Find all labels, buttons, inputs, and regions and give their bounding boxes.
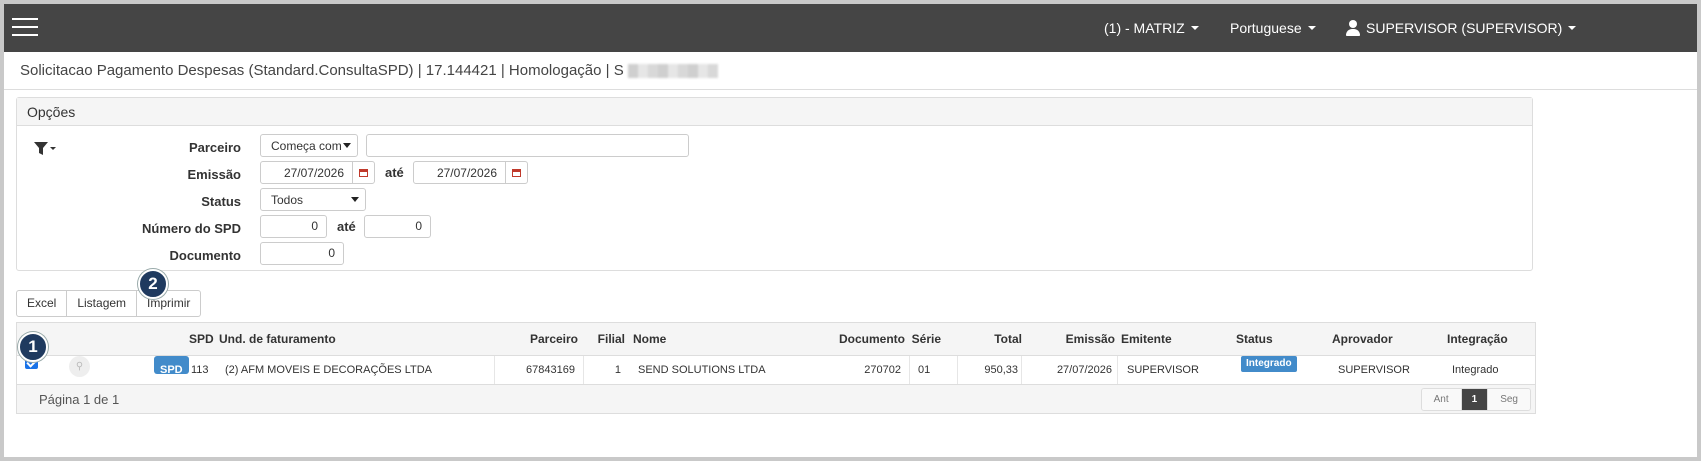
parceiro-input[interactable]	[366, 134, 689, 157]
listagem-button[interactable]: Listagem	[67, 291, 138, 316]
results-table: SPD Und. de faturamento Parceiro Filial …	[16, 322, 1536, 414]
user-label: SUPERVISOR (SUPERVISOR)	[1366, 20, 1563, 36]
column-divider	[494, 356, 495, 384]
cell-emissao: 27/07/2026	[1056, 364, 1112, 376]
documento-input[interactable]: 0	[260, 242, 344, 265]
cell-documento: 270702	[864, 364, 901, 376]
spd-to-input[interactable]: 0	[364, 215, 431, 238]
excel-button[interactable]: Excel	[17, 291, 68, 316]
table-header: SPD Und. de faturamento Parceiro Filial …	[17, 323, 1535, 356]
status-select[interactable]: Todos	[260, 188, 366, 211]
column-divider	[957, 356, 958, 384]
col-parceiro[interactable]: Parceiro	[530, 323, 578, 356]
caret-down-icon	[1190, 26, 1199, 30]
col-status[interactable]: Status	[1236, 323, 1273, 356]
cell-aprovador: SUPERVISOR	[1338, 364, 1410, 376]
column-divider	[1021, 356, 1022, 384]
caret-down-icon	[1568, 26, 1577, 30]
cell-und: (2) AFM MOVEIS E DECORAÇÕES LTDA	[225, 364, 432, 376]
parceiro-mode-value: Começa com	[271, 138, 342, 153]
col-integracao[interactable]: Integração	[1447, 323, 1508, 356]
col-emissao[interactable]: Emissão	[1066, 323, 1115, 356]
chevron-down-icon	[351, 197, 359, 202]
parceiro-label: Parceiro	[188, 140, 241, 155]
cell-total: 950,33	[984, 364, 1018, 376]
cell-parceiro: 67843169	[526, 364, 575, 376]
export-button-group: Excel Listagem Imprimir	[16, 290, 202, 317]
emissao-from-date[interactable]: 27/07/2026	[260, 161, 375, 184]
cell-serie: 01	[918, 364, 931, 376]
col-nome[interactable]: Nome	[633, 323, 666, 356]
emissao-from-value: 27/07/2026	[283, 165, 344, 180]
spd-ate-label: até	[337, 219, 356, 234]
table-footer: Página 1 de 1 Ant 1 Seg	[17, 385, 1535, 413]
col-spd[interactable]: SPD	[189, 323, 214, 356]
col-emitente[interactable]: Emitente	[1121, 323, 1172, 356]
cell-nome: SEND SOLUTIONS LTDA	[638, 364, 766, 376]
annotation-badge-1: 1	[18, 332, 48, 362]
spd-button[interactable]: SPD	[154, 356, 189, 376]
user-icon	[1346, 20, 1360, 36]
cell-emitente: SUPERVISOR	[1127, 364, 1199, 376]
calendar-icon[interactable]	[505, 162, 527, 183]
cell-integracao: Integrado	[1452, 364, 1499, 376]
language-dropdown[interactable]: Portuguese	[1230, 4, 1316, 52]
column-divider	[1117, 356, 1118, 384]
col-und[interactable]: Und. de faturamento	[219, 323, 336, 356]
pagination: Ant 1 Seg	[1420, 388, 1531, 411]
spd-from-input[interactable]: 0	[260, 215, 327, 238]
pager-prev-button[interactable]: Ant	[1421, 389, 1462, 410]
column-divider	[909, 356, 910, 384]
status-value: Todos	[271, 192, 304, 207]
cell-spd: 113	[191, 364, 209, 376]
caret-down-icon	[1307, 26, 1316, 30]
col-documento[interactable]: Documento	[839, 323, 905, 356]
options-panel: Opções Parceiro Começa com Emissão 27/07…	[16, 97, 1533, 271]
col-total[interactable]: Total	[994, 323, 1022, 356]
column-divider	[583, 356, 584, 384]
redacted-text	[627, 63, 718, 78]
calendar-icon[interactable]	[352, 162, 374, 183]
branch-dropdown[interactable]: (1) - MATRIZ	[1104, 4, 1199, 52]
emissao-to-date[interactable]: 27/07/2026	[413, 161, 528, 184]
search-icon[interactable]: ⚲	[69, 356, 90, 377]
branch-label: (1) - MATRIZ	[1104, 20, 1185, 36]
cell-filial: 1	[614, 364, 621, 376]
col-aprovador[interactable]: Aprovador	[1332, 323, 1393, 356]
chevron-down-icon	[343, 143, 351, 148]
options-heading: Opções	[17, 98, 1532, 126]
table-row[interactable]: ⚲ SPD 113 (2) AFM MOVEIS E DECORAÇÕES LT…	[17, 356, 1535, 385]
status-label: Status	[201, 194, 241, 209]
annotation-badge-2: 2	[138, 269, 168, 299]
pager-current-page[interactable]: 1	[1461, 389, 1489, 410]
status-badge: Integrado	[1241, 356, 1297, 372]
emissao-label: Emissão	[187, 167, 241, 182]
app-window: (1) - MATRIZ Portuguese SUPERVISOR (SUPE…	[4, 4, 1697, 457]
documento-label: Documento	[169, 248, 242, 263]
language-label: Portuguese	[1230, 20, 1302, 36]
page-title-bar: Solicitacao Pagamento Despesas (Standard…	[4, 52, 1697, 90]
spd-number-label: Número do SPD	[142, 221, 241, 236]
hamburger-menu-icon[interactable]	[12, 18, 38, 38]
top-navbar: (1) - MATRIZ Portuguese SUPERVISOR (SUPE…	[4, 4, 1697, 52]
pager-next-button[interactable]: Seg	[1488, 389, 1530, 410]
page-info: Página 1 de 1	[39, 392, 120, 407]
emissao-to-value: 27/07/2026	[436, 165, 497, 180]
page-title: Solicitacao Pagamento Despesas (Standard…	[20, 62, 624, 79]
emissao-ate-label: até	[385, 165, 404, 180]
user-dropdown[interactable]: SUPERVISOR (SUPERVISOR)	[1346, 4, 1577, 52]
parceiro-mode-select[interactable]: Começa com	[260, 134, 358, 157]
col-serie[interactable]: Série	[912, 323, 941, 356]
col-filial[interactable]: Filial	[598, 323, 625, 356]
